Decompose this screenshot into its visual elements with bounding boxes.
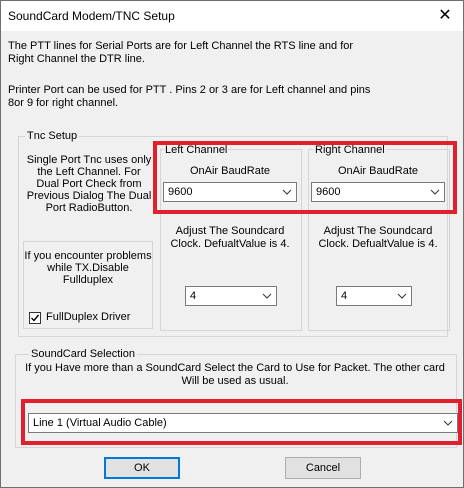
fullduplex-label: FullDuplex Driver	[46, 311, 131, 323]
right-clock-line: Adjust The Soundcard	[323, 225, 433, 237]
left-clock-select[interactable]: 4	[185, 286, 277, 306]
single-port-text: Single Port Tnc uses only the Left Chann…	[23, 154, 155, 214]
chevron-down-icon	[262, 293, 272, 299]
left-clock-value: 4	[190, 290, 197, 302]
checkmark-icon	[31, 314, 40, 322]
ok-button[interactable]: OK	[104, 457, 180, 479]
single-port-line: Previous Dialog The Dual	[26, 190, 152, 202]
printer-info: Printer Port can be used for PTT . Pins …	[8, 84, 370, 110]
ptt-info: The PTT lines for Serial Ports are for L…	[8, 40, 353, 66]
cancel-button[interactable]: Cancel	[285, 457, 361, 479]
ptt-line-1: The PTT lines for Serial Ports are for L…	[8, 40, 354, 52]
right-clock-select[interactable]: 4	[336, 286, 412, 306]
title-bar: SoundCard Modem/TNC Setup ✕	[1, 1, 463, 31]
problems-line: Fullduplex	[62, 274, 114, 286]
right-clock-text: Adjust The Soundcard Clock. DefualtValue…	[308, 225, 448, 251]
ptt-line-2: Right Channel the DTR line.	[8, 53, 145, 65]
problems-line: while TX.Disable	[47, 262, 129, 274]
close-icon[interactable]: ✕	[427, 1, 463, 31]
right-clock-line: Clock. DefualtValue is 4.	[318, 238, 438, 250]
fullduplex-checkbox[interactable]	[29, 312, 41, 324]
single-port-line: Dual Port Check from	[36, 178, 142, 190]
single-port-line: the Left Channel. For	[37, 166, 141, 178]
left-clock-line: Adjust The Soundcard	[175, 225, 285, 237]
tnc-setup-legend: Tnc Setup	[27, 130, 78, 142]
soundcard-desc-line: If you Have more than a SoundCard Select…	[25, 362, 445, 374]
soundcard-desc: If you Have more than a SoundCard Select…	[15, 362, 455, 388]
printer-line-2: 8or 9 for right channel.	[8, 97, 119, 109]
dialog-window: SoundCard Modem/TNC Setup ✕ The PTT line…	[0, 0, 464, 488]
chevron-down-icon	[397, 293, 407, 299]
printer-line-1: Printer Port can be used for PTT . Pins …	[8, 84, 371, 96]
problems-line: If you encounter problems	[24, 250, 152, 262]
single-port-line: Single Port Tnc uses only	[26, 154, 152, 166]
soundcard-desc-line: Will be used as usual.	[181, 375, 289, 387]
single-port-line: Port RadioButton.	[45, 202, 133, 214]
soundcard-highlight-box	[21, 399, 462, 445]
problems-text: If you encounter problems while TX.Disab…	[23, 250, 153, 286]
channel-highlight-box	[153, 141, 457, 214]
right-clock-value: 4	[341, 290, 348, 302]
left-clock-text: Adjust The Soundcard Clock. DefualtValue…	[160, 225, 300, 251]
soundcard-legend: SoundCard Selection	[29, 348, 137, 360]
window-title: SoundCard Modem/TNC Setup	[8, 9, 175, 23]
left-clock-line: Clock. DefualtValue is 4.	[170, 238, 290, 250]
